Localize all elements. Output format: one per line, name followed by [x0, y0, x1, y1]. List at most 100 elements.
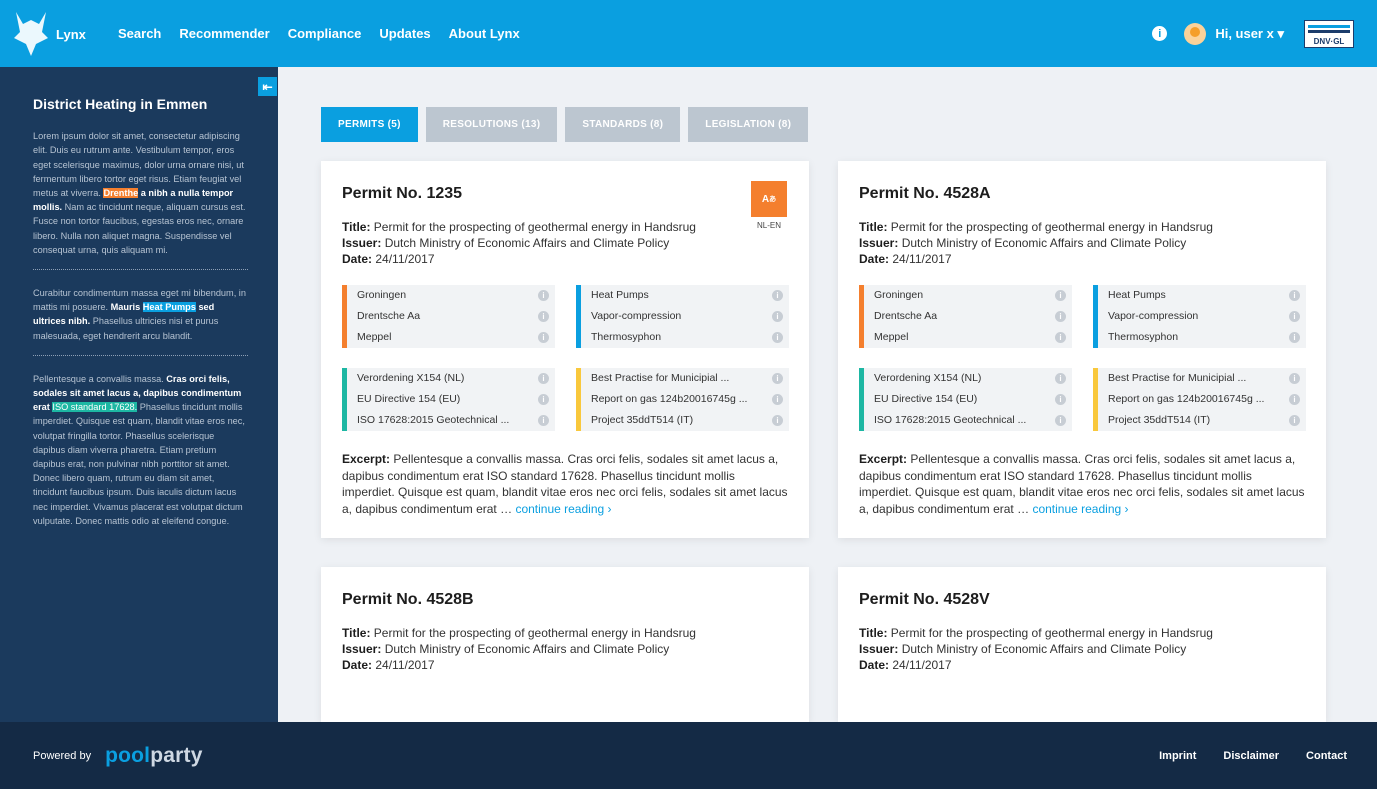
- info-icon[interactable]: i: [538, 372, 549, 384]
- tag-item[interactable]: Meppel i: [864, 327, 1072, 348]
- tag-group-docs: Best Practise for Municipial ... i Repor…: [1093, 368, 1306, 431]
- permit-card[interactable]: Permit No. 4528V Title: Permit for the p…: [838, 567, 1326, 722]
- info-icon[interactable]: i: [538, 393, 549, 405]
- info-icon[interactable]: i: [1289, 289, 1300, 301]
- sidebar-title: District Heating in Emmen: [33, 96, 208, 112]
- tag-item[interactable]: Heat Pumps i: [1098, 285, 1306, 306]
- info-icon[interactable]: i: [1289, 393, 1300, 405]
- card-meta: Title: Permit for the prospecting of geo…: [342, 626, 696, 672]
- info-icon[interactable]: i: [1055, 331, 1066, 343]
- tag-item[interactable]: Report on gas 124b20016745g ... i: [1098, 389, 1306, 410]
- card-heading[interactable]: Permit No. 4528A: [859, 185, 1305, 203]
- card-heading[interactable]: Permit No. 1235: [342, 185, 788, 203]
- info-icon[interactable]: i: [1055, 289, 1066, 301]
- tag-item[interactable]: Verordening X154 (NL) i: [864, 368, 1072, 389]
- tag-item[interactable]: Thermosyphon i: [1098, 327, 1306, 348]
- main-nav: Search Recommender Compliance Updates Ab…: [118, 0, 538, 67]
- info-icon[interactable]: i: [1055, 414, 1066, 426]
- chevron-down-icon: ▾: [1277, 25, 1284, 41]
- info-icon[interactable]: i: [772, 289, 783, 301]
- tag-item[interactable]: EU Directive 154 (EU) i: [864, 389, 1072, 410]
- user-menu[interactable]: Hi, user x ▾: [1215, 26, 1284, 42]
- info-icon[interactable]: i: [772, 331, 783, 343]
- tag-item[interactable]: Groningen i: [864, 285, 1072, 306]
- tag-group-places: Groningen i Drentsche Aa i Meppel i: [342, 285, 555, 348]
- card-issuer: Dutch Ministry of Economic Affairs and C…: [384, 642, 670, 656]
- info-icon[interactable]: i: [772, 372, 783, 384]
- dnv-gl-label: DNV·GL: [1313, 36, 1345, 46]
- nav-search[interactable]: Search: [118, 26, 161, 41]
- permit-card[interactable]: Permit No. 4528A Title: Permit for the p…: [838, 161, 1326, 538]
- tag-item[interactable]: Vapor-compression i: [1098, 306, 1306, 327]
- permit-card[interactable]: Permit No. 4528B Title: Permit for the p…: [321, 567, 809, 722]
- tag-item[interactable]: EU Directive 154 (EU) i: [347, 389, 555, 410]
- tag-item[interactable]: Meppel i: [347, 327, 555, 348]
- nav-compliance[interactable]: Compliance: [288, 26, 362, 41]
- tag-item[interactable]: Verordening X154 (NL) i: [347, 368, 555, 389]
- tag-item[interactable]: Drentsche Aa i: [347, 306, 555, 327]
- nav-about[interactable]: About Lynx: [449, 26, 520, 41]
- card-title: Permit for the prospecting of geothermal…: [373, 220, 696, 234]
- tab-legislation[interactable]: LEGISLATION (8): [688, 107, 809, 142]
- tag-item[interactable]: Best Practise for Municipial ... i: [581, 368, 789, 389]
- tag-item[interactable]: Best Practise for Municipial ... i: [1098, 368, 1306, 389]
- tab-standards[interactable]: STANDARDS (8): [565, 107, 681, 142]
- info-icon[interactable]: i: [772, 414, 783, 426]
- card-date: 24/11/2017: [892, 252, 952, 266]
- info-icon[interactable]: i: [538, 414, 549, 426]
- card-excerpt: Excerpt: Pellentesque a convallis massa.…: [342, 452, 788, 516]
- tab-resolutions[interactable]: RESOLUTIONS (13): [425, 107, 558, 142]
- document-sidebar: District Heating in Emmen Lorem ipsum do…: [0, 67, 278, 722]
- logo-text: Lynx: [56, 27, 86, 42]
- tag-item[interactable]: Report on gas 124b20016745g ... i: [581, 389, 789, 410]
- info-icon[interactable]: i: [772, 310, 783, 322]
- card-heading[interactable]: Permit No. 4528V: [859, 591, 1305, 609]
- info-icon[interactable]: i: [538, 289, 549, 301]
- avatar[interactable]: [1184, 22, 1207, 45]
- header-right: i Hi, user x ▾ DNV·GL: [1152, 0, 1377, 67]
- info-icon[interactable]: i: [1289, 414, 1300, 426]
- translate-button[interactable]: Aあ NL-EN: [750, 181, 788, 230]
- collapse-sidebar-button[interactable]: ⇤: [258, 77, 277, 96]
- footer-link-disclaimer[interactable]: Disclaimer: [1223, 750, 1279, 762]
- card-heading[interactable]: Permit No. 4528B: [342, 591, 788, 609]
- tag-item[interactable]: Thermosyphon i: [581, 327, 789, 348]
- powered-by: Powered by poolparty: [33, 722, 203, 789]
- divider: [33, 354, 248, 356]
- nav-updates[interactable]: Updates: [379, 26, 430, 41]
- highlight-drenthe[interactable]: Drenthe: [103, 188, 139, 199]
- nav-recommender[interactable]: Recommender: [179, 26, 269, 41]
- info-icon[interactable]: i: [1055, 393, 1066, 405]
- tag-item[interactable]: ISO 17628:2015 Geotechnical ... i: [864, 410, 1072, 431]
- divider: [33, 269, 248, 271]
- continue-reading-link[interactable]: continue reading ›: [1032, 502, 1128, 516]
- info-icon[interactable]: i: [1055, 372, 1066, 384]
- footer-link-imprint[interactable]: Imprint: [1159, 750, 1196, 762]
- footer-link-contact[interactable]: Contact: [1306, 750, 1347, 762]
- tag-item[interactable]: Project 35ddT514 (IT) i: [1098, 410, 1306, 431]
- info-icon[interactable]: i: [1152, 26, 1168, 41]
- card-meta: Title: Permit for the prospecting of geo…: [859, 220, 1213, 266]
- highlight-iso-standard[interactable]: ISO standard 17628.: [52, 402, 138, 413]
- lynx-logo[interactable]: Lynx: [14, 10, 104, 60]
- poolparty-logo[interactable]: poolparty: [105, 744, 202, 768]
- info-icon[interactable]: i: [1289, 372, 1300, 384]
- permit-card[interactable]: Permit No. 1235 Title: Permit for the pr…: [321, 161, 809, 538]
- info-icon[interactable]: i: [1289, 310, 1300, 322]
- card-date: 24/11/2017: [375, 252, 435, 266]
- tab-permits[interactable]: PERMITS (5): [321, 107, 418, 142]
- highlight-heat-pumps[interactable]: Heat Pumps: [142, 302, 196, 313]
- tag-item[interactable]: Heat Pumps i: [581, 285, 789, 306]
- tag-item[interactable]: ISO 17628:2015 Geotechnical ... i: [347, 410, 555, 431]
- info-icon[interactable]: i: [538, 331, 549, 343]
- info-icon[interactable]: i: [538, 310, 549, 322]
- tag-group-places: Groningen i Drentsche Aa i Meppel i: [859, 285, 1072, 348]
- info-icon[interactable]: i: [1055, 310, 1066, 322]
- info-icon[interactable]: i: [1289, 331, 1300, 343]
- tag-item[interactable]: Vapor-compression i: [581, 306, 789, 327]
- tag-item[interactable]: Project 35ddT514 (IT) i: [581, 410, 789, 431]
- tag-item[interactable]: Groningen i: [347, 285, 555, 306]
- tag-item[interactable]: Drentsche Aa i: [864, 306, 1072, 327]
- continue-reading-link[interactable]: continue reading ›: [515, 502, 611, 516]
- info-icon[interactable]: i: [772, 393, 783, 405]
